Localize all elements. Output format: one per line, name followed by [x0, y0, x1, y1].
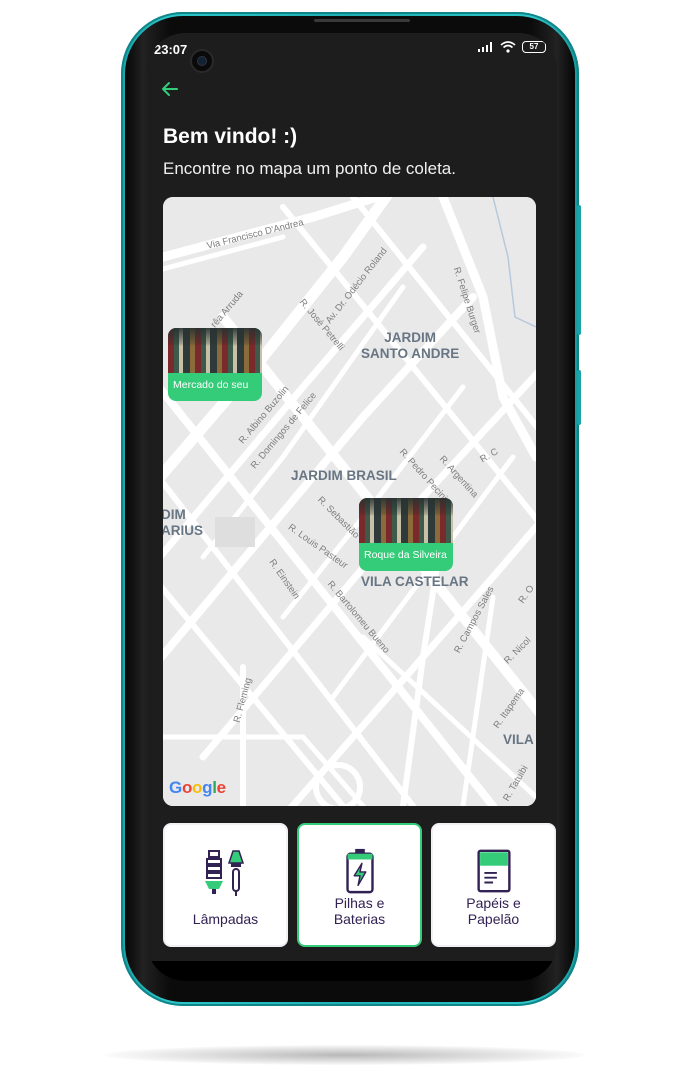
back-button[interactable]	[160, 79, 184, 103]
speaker-grille	[314, 19, 410, 22]
paper-icon	[476, 849, 511, 893]
app-screen: 23:07 57 Bem vindo! :) Encontre no mapa …	[147, 33, 557, 981]
marker-label: Mercado do seu	[173, 379, 249, 391]
battery-icon	[345, 848, 374, 894]
marker-photo	[168, 328, 262, 373]
map-marker[interactable]: Roque da Silveira	[359, 498, 453, 571]
collection-points-map[interactable]: JARDIM SANTO ANDRE JARDIM BRASIL VILA CA…	[163, 197, 536, 806]
page-subtitle: Encontre no mapa um ponto de coleta.	[163, 159, 456, 178]
neighborhood-label: JARDIM SANTO ANDRE	[361, 330, 460, 361]
battery-indicator: 57	[522, 41, 546, 53]
neighborhood-label: VILA CASTELAR	[361, 574, 469, 589]
item-label: Papéis e Papelão	[466, 895, 521, 927]
item-batteries[interactable]: Pilhas e Baterias	[297, 823, 422, 947]
navigation-bar	[147, 961, 557, 981]
power-button	[577, 370, 581, 425]
google-logo: Google	[169, 778, 226, 797]
neighborhood-label: VILA	[503, 732, 534, 747]
status-icons: 57	[478, 41, 546, 53]
item-list: Lâmpadas Pilhas e Baterias Papéis e Pape…	[163, 823, 557, 948]
status-time: 23:07	[154, 42, 188, 57]
light-bulbs-icon	[204, 850, 244, 896]
map-marker[interactable]: Mercado do seu	[168, 328, 262, 401]
neighborhood-label: DIM ARIUS	[163, 507, 204, 538]
front-camera	[190, 49, 214, 73]
signal-icon	[478, 42, 492, 52]
phone-shadow	[105, 1045, 585, 1065]
volume-button	[577, 205, 581, 335]
item-papers[interactable]: Papéis e Papelão	[431, 823, 556, 947]
marker-photo	[359, 498, 453, 543]
page-title: Bem vindo! :)	[163, 125, 298, 148]
item-label: Pilhas e Baterias	[333, 895, 386, 927]
item-label: Lâmpadas	[192, 911, 259, 927]
wifi-icon	[500, 41, 516, 53]
neighborhood-label: JARDIM BRASIL	[291, 468, 397, 483]
arrow-left-icon	[162, 82, 178, 96]
marker-label: Roque da Silveira	[364, 549, 447, 561]
item-lamps[interactable]: Lâmpadas	[163, 823, 288, 947]
